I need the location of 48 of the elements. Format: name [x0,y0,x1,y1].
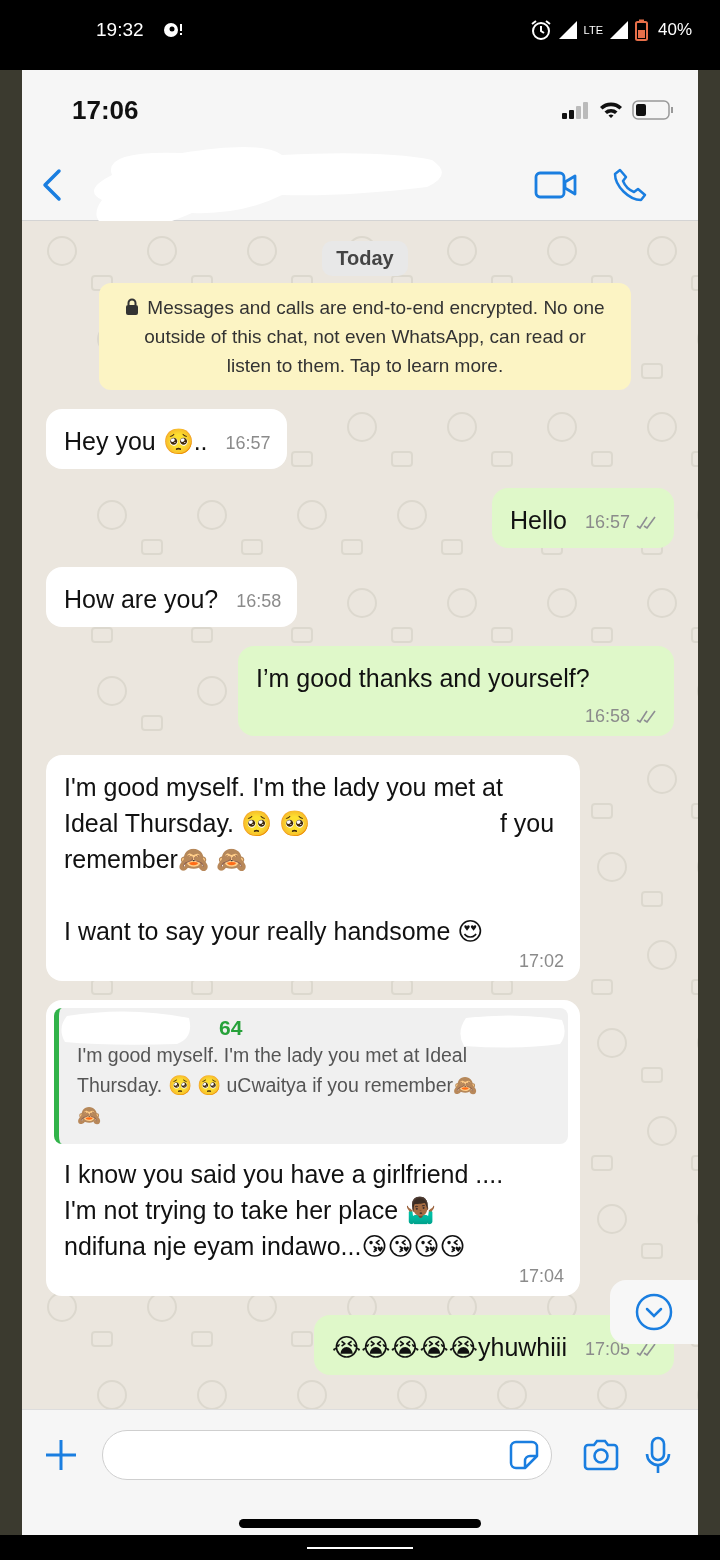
scroll-down-button[interactable] [610,1280,698,1344]
message-text: I want to say your really handsome 😍 [64,916,484,947]
message-text: f you [499,808,555,839]
message-time: 17:02 [518,951,564,971]
phone-call-icon[interactable] [612,167,648,203]
sticker-icon[interactable] [509,1440,539,1470]
quote-text: I'm good myself. I'm the lady you met at Ideal Thursday. 🥺 🥺 uCwaitya if you remember🙈 🙈 [77,1043,478,1128]
message-text: Hey you 🥺.. [64,426,208,457]
quote-author: 64 [219,1016,243,1040]
message-input[interactable] [102,1430,552,1480]
quoted-message[interactable]: 64 I'm good myself. I'm the lady you met at Ideal Thursday. 🥺 🥺 uCwaitya if you remember🙈 🙈 [54,1008,568,1144]
message-text: I'm not trying to take her place 🤷🏾‍♂ [64,1195,437,1226]
add-icon[interactable] [44,1438,78,1472]
message-time: 16:58 [236,591,282,611]
message-time: 16:58 [584,706,630,726]
microphone-icon[interactable] [644,1436,672,1474]
message-text: ndifuna nje eyam indawo...😘😘😘😘 [64,1231,466,1262]
gesture-bar[interactable] [307,1546,413,1549]
message-time: 16:57 [225,433,271,453]
battery-percentage: 40% [657,20,692,40]
network-label: LTE [583,24,603,36]
message-text: remember🙈 🙈 [64,844,247,875]
message-text: I’m good thanks and yourself? [256,663,590,694]
chevron-down-icon [634,1292,674,1332]
message-text: Ideal Thursday. 🥺 🥺 [64,808,310,839]
lock-icon [125,298,140,315]
message-time: 16:57 [584,512,630,532]
message-text: How are you? [64,584,219,615]
camera-icon[interactable] [582,1439,620,1471]
battery-icon [632,100,674,120]
message-time: 17:04 [518,1266,564,1286]
status-time: 17:06 [72,94,139,126]
video-call-icon[interactable] [534,170,578,200]
notification-icon [161,20,184,40]
message-text: I'm good myself. I'm the lady you met at [64,772,503,803]
encryption-notice[interactable]: Messages and calls are end-to-end encrypted. No one outside of this chat, not even WhatsApp, can read or listen to them. Tap to learn more. [99,283,631,390]
signal-icon [608,20,629,40]
wifi-icon [598,100,624,120]
status-time: 19:32 [96,19,144,41]
message-text: I know you said you have a girlfriend .... [64,1159,504,1190]
battery-icon [634,19,648,41]
message-text: Hello [509,505,567,536]
alarm-icon [529,19,552,41]
signal-icon [562,101,590,119]
back-icon[interactable] [42,168,62,202]
message-text: 😭😭😭😭😭yhuwhiii [331,1332,567,1363]
signal-icon [557,20,578,40]
date-chip: Today [322,241,408,276]
